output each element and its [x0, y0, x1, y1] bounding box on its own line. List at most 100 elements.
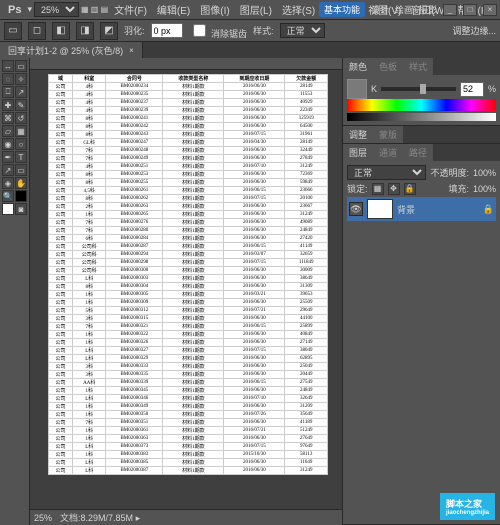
visibility-icon[interactable]: 👁	[349, 202, 363, 216]
subtract-selection-icon[interactable]: ◨	[76, 22, 94, 40]
history-brush-icon[interactable]: ↺	[15, 112, 27, 124]
heal-tool-icon[interactable]: ✚	[2, 99, 14, 111]
workspace-switcher: 基本功能 设计 绘画 摄影 _ □ ×	[319, 2, 497, 17]
spreadsheet-table: 域科室合同号收款类型名称到期应收日期欠款金额 公司4科BM02000234材料1…	[48, 74, 328, 475]
tab-swatches[interactable]: 色板	[373, 58, 403, 75]
path-tool-icon[interactable]: ↗	[2, 164, 14, 176]
tab-styles[interactable]: 样式	[403, 58, 433, 75]
marquee-tool-icon[interactable]: ▭	[4, 22, 22, 40]
menu-layer[interactable]: 图层(L)	[236, 2, 276, 17]
table-row: 公司AA科BM02000339材料1期款2016/06/1527549	[49, 379, 328, 387]
menu-image[interactable]: 图像(I)	[196, 2, 233, 17]
workspace-active[interactable]: 基本功能	[319, 2, 365, 17]
table-row: 公司1科BM02000326材料1期款2016/06/3027149	[49, 339, 328, 347]
workspace-paint[interactable]: 绘画	[395, 3, 413, 16]
eyedropper-tool-icon[interactable]: ↗	[15, 86, 27, 98]
table-row: 公司6科BM02000284材料1期款2016/06/3027420	[49, 235, 328, 243]
workspace-design[interactable]: 设计	[371, 3, 389, 16]
opacity-value[interactable]: 100%	[473, 168, 496, 178]
brush-tool-icon[interactable]: ✎	[15, 99, 27, 111]
workspace-photo[interactable]: 摄影	[419, 3, 437, 16]
tab-masks[interactable]: 蒙版	[373, 126, 403, 143]
dodge-tool-icon[interactable]: ○	[15, 138, 27, 150]
tab-layers[interactable]: 图层	[343, 144, 373, 161]
table-row: 公司8科BM02000241材料1期款2016/06/30125919	[49, 115, 328, 123]
feather-input[interactable]	[151, 23, 183, 38]
lock-position-icon[interactable]: ✥	[388, 183, 400, 195]
move-tool-icon[interactable]: ↔	[2, 60, 14, 72]
status-zoom[interactable]: 25%	[34, 513, 52, 523]
quickmask-icon[interactable]: ◙	[15, 203, 27, 215]
new-selection-icon[interactable]: ◻	[28, 22, 46, 40]
table-row: 公司8科BM02000304材料1期款2016/06/3031309	[49, 283, 328, 291]
stamp-tool-icon[interactable]: ⌘	[2, 112, 14, 124]
shape-tool-icon[interactable]: ▭	[15, 164, 27, 176]
add-selection-icon[interactable]: ◧	[52, 22, 70, 40]
layer-row[interactable]: 👁 背景 🔒	[347, 197, 496, 221]
refine-edge-button[interactable]: 调整边缘...	[452, 24, 496, 37]
table-row: 公司1科BM02000361材料1期款2016/07/3151249	[49, 427, 328, 435]
fg-color-swatch[interactable]	[15, 190, 27, 202]
tab-adjustments[interactable]: 调整	[343, 126, 373, 143]
k-channel-label: K	[371, 84, 377, 94]
color-spectrum[interactable]	[347, 99, 496, 111]
intersect-selection-icon[interactable]: ◩	[100, 22, 118, 40]
bg-color-swatch[interactable]	[2, 203, 14, 215]
gray-ramp[interactable]	[347, 113, 496, 121]
tab-channels[interactable]: 通道	[373, 144, 403, 161]
document-content: 域科室合同号收款类型名称到期应收日期欠款金额 公司4科BM02000234材料1…	[48, 74, 328, 475]
close-button[interactable]: ×	[483, 4, 497, 16]
antialias-check[interactable]: 消除锯齿	[189, 21, 248, 40]
file-handle-icon[interactable]: ▾	[27, 4, 32, 15]
close-tab-icon[interactable]: ×	[129, 46, 134, 55]
fill-label: 填充:	[448, 182, 469, 195]
zoom-combo[interactable]: 25%	[34, 2, 79, 17]
foreground-swatch[interactable]	[347, 79, 367, 99]
type-tool-icon[interactable]: T	[15, 151, 27, 163]
fill-value[interactable]: 100%	[473, 184, 496, 194]
table-row: 公司7科BM02000276材料1期款2016/06/3049089	[49, 219, 328, 227]
3d-tool-icon[interactable]: ◈	[2, 177, 14, 189]
status-docinfo[interactable]: 文档:8.29M/7.85M ▸	[60, 511, 140, 524]
menu-select[interactable]: 选择(S)	[278, 2, 319, 17]
table-row: 公司L科BM02000346材料1期款2016/07/1032649	[49, 395, 328, 403]
blur-tool-icon[interactable]: ◉	[2, 138, 14, 150]
feather-label: 羽化:	[124, 24, 145, 37]
toolbox: ↔ ▭ ◌ ✧ ⎕ ↗ ✚ ✎ ⌘ ↺ ▱ ▦ ◉ ○ ✒ T ↗ ▭ ◈ ✋ …	[0, 58, 30, 525]
pen-tool-icon[interactable]: ✒	[2, 151, 14, 163]
table-row: 公司8科BM02000242材料1期款2016/06/3064500	[49, 123, 328, 131]
table-row: 公司公司科BM02000298材料1期款2016/07/15111849	[49, 259, 328, 267]
layer-name: 背景	[397, 203, 415, 216]
maximize-button[interactable]: □	[463, 4, 477, 16]
layers-panel: 图层 通道 路径 正常 不透明度: 100% 锁定: ▦ ✥ 🔒 填充: 100…	[343, 144, 500, 525]
menu-edit[interactable]: 编辑(E)	[153, 2, 194, 17]
table-row: 公司8科BM02000253材料1期款2016/06/3072369	[49, 171, 328, 179]
view-tools[interactable]: ▦ ▥ ▤	[81, 5, 108, 14]
tab-paths[interactable]: 路径	[403, 144, 433, 161]
minimize-button[interactable]: _	[443, 4, 457, 16]
lock-pixels-icon[interactable]: ▦	[372, 183, 384, 195]
layer-thumbnail[interactable]	[367, 199, 393, 219]
crop-tool-icon[interactable]: ⎕	[2, 86, 14, 98]
wand-tool-icon[interactable]: ✧	[15, 73, 27, 85]
table-row: 公司7科BM02000248材料1期款2016/06/3032449	[49, 147, 328, 155]
menu-file[interactable]: 文件(F)	[110, 2, 151, 17]
table-row: 公司5科BM02000312材料1期款2016/07/3129649	[49, 307, 328, 315]
k-value-input[interactable]	[460, 82, 484, 97]
style-combo[interactable]: 正常	[280, 23, 325, 38]
table-row: 公司L科BM02000329材料1期款2016/06/3062895	[49, 355, 328, 363]
opacity-label: 不透明度:	[430, 166, 469, 179]
lock-all-icon[interactable]: 🔒	[404, 183, 416, 195]
watermark: 脚本之家 jiaochengzhijia	[440, 493, 495, 520]
blend-mode-combo[interactable]: 正常	[347, 165, 426, 180]
document-tab[interactable]: 回享计划1-2 @ 25% (灰色/8) ×	[0, 42, 143, 58]
hand-tool-icon[interactable]: ✋	[15, 177, 27, 189]
tab-color[interactable]: 颜色	[343, 58, 373, 75]
marquee-tool-icon[interactable]: ▭	[15, 60, 27, 72]
zoom-tool-icon[interactable]: 🔍	[2, 190, 14, 202]
gradient-tool-icon[interactable]: ▦	[15, 125, 27, 137]
document-viewport[interactable]: 域科室合同号收款类型名称到期应收日期欠款金额 公司4科BM02000234材料1…	[30, 70, 342, 509]
table-row: 公司4,5科BM02000261材料1期款2016/06/1523666	[49, 187, 328, 195]
lasso-tool-icon[interactable]: ◌	[2, 73, 14, 85]
eraser-tool-icon[interactable]: ▱	[2, 125, 14, 137]
